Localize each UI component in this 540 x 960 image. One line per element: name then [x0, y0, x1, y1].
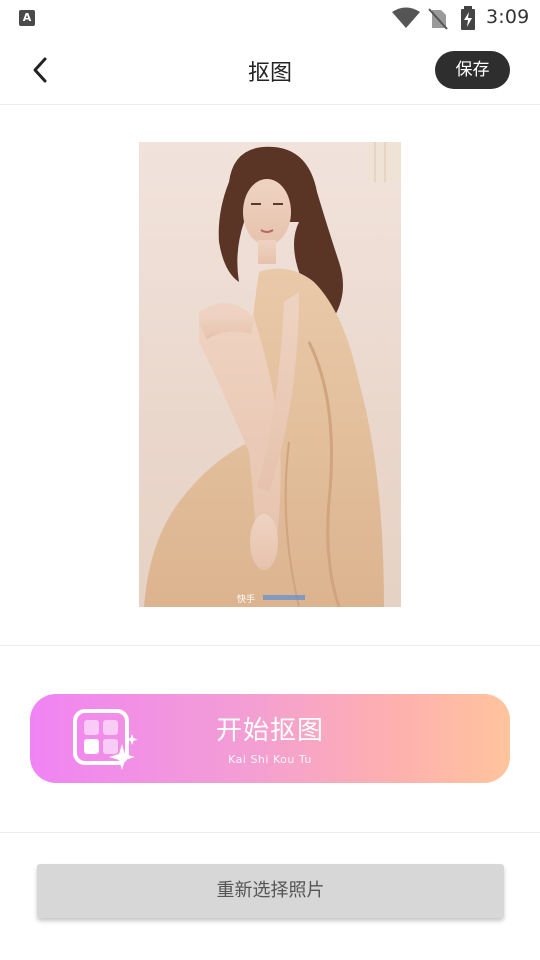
- status-bar: A 3:09: [0, 0, 540, 36]
- photo-illustration: 快手: [144, 142, 401, 607]
- reselect-photo-button[interactable]: 重新选择照片: [37, 864, 504, 918]
- cta-title: 开始抠图: [215, 716, 324, 746]
- app-header: 抠图 保存: [0, 36, 540, 105]
- watermark-text: 快手: [237, 593, 255, 605]
- selected-photo: 快手: [139, 142, 401, 607]
- start-cutout-button[interactable]: 开始抠图 Kai Shi Kou Tu: [30, 694, 510, 783]
- divider: [0, 832, 540, 833]
- save-button[interactable]: 保存: [435, 51, 510, 89]
- cta-subtitle: Kai Shi Kou Tu: [228, 753, 312, 766]
- clock-time: 3:09: [486, 6, 530, 28]
- no-sim-icon: [428, 8, 448, 30]
- photo-preview-area: 快手: [0, 105, 540, 646]
- wifi-icon: [392, 7, 420, 28]
- battery-charging-icon: [461, 6, 475, 30]
- app-notification-icon: A: [19, 10, 35, 26]
